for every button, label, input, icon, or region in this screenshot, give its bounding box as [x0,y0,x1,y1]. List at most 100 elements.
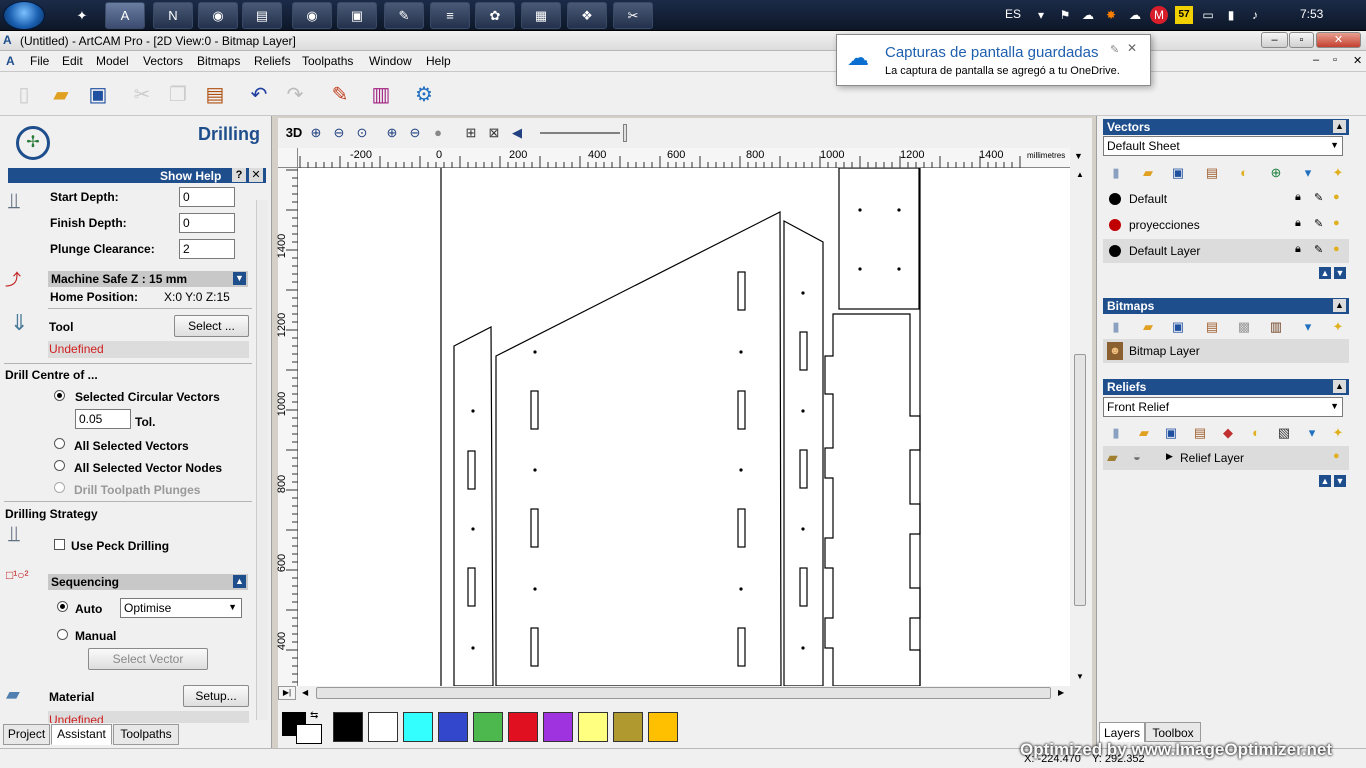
m-icon[interactable]: M [1150,6,1168,24]
sequencing-select[interactable]: Optimise ▼ [120,598,242,618]
radio-all-nodes[interactable] [54,460,65,471]
relief-layer-row[interactable]: ▰ ◒ ▶ Relief Layer ● [1103,446,1349,470]
vectors-collapse-icon[interactable]: ▲ [1333,120,1346,133]
swatch-purple[interactable] [543,712,573,742]
relief-up-icon[interactable]: ▲ [1319,475,1331,487]
menu-help[interactable]: Help [426,54,451,68]
minimize-button[interactable]: – [1261,32,1288,48]
photos-task-icon[interactable]: ❖ [567,2,607,29]
machine-icon[interactable]: ⚙ [410,80,438,108]
bitmap-image-icon[interactable]: ▥ [1267,318,1285,336]
zoom-fit-icon[interactable]: ⊙ [352,123,372,143]
new-bitmap-icon[interactable]: ▮ [1107,318,1125,336]
show-help-link[interactable]: Show Help [160,169,221,183]
tab-toolpaths[interactable]: Toolpaths [113,724,179,745]
new-layer-icon[interactable]: ▮ [1107,164,1125,182]
toast-close-icon[interactable]: ✕ [1127,41,1137,55]
paste-icon[interactable]: ▤ [201,80,229,108]
layer-color-dot[interactable] [1109,219,1121,231]
chrome2-task-icon[interactable]: ◉ [292,2,332,29]
volume-icon[interactable]: ♪ [1246,6,1264,24]
toast-settings-icon[interactable]: ✎ [1110,43,1119,56]
cloud-icon[interactable]: ☁ [1079,6,1097,24]
left-panel-scrollbar[interactable] [256,200,268,720]
relief-lights-icon[interactable]: ✦ [1329,424,1347,442]
swatch-black[interactable] [333,712,363,742]
signal-icon[interactable]: ▮ [1222,6,1240,24]
expand-arrow-icon[interactable]: ▶ [1166,451,1173,462]
scroll-up-icon[interactable]: ▲ [1076,170,1084,179]
start-depth-input[interactable]: 0 [179,187,235,207]
relief-visibility-icon[interactable]: ◒ [1133,449,1141,464]
radio-manual[interactable] [57,629,68,640]
reliefs-collapse-icon[interactable]: ▲ [1333,380,1346,393]
artcam-task-icon[interactable]: A [105,2,145,29]
secondary-color-swatch[interactable] [296,724,322,744]
menu-file[interactable]: File [30,54,49,68]
radio-toolpath-plunges[interactable] [54,482,65,493]
swatch-cyan[interactable] [403,712,433,742]
canvas-play-icon[interactable]: ▶| [278,686,296,700]
add-sheet-icon[interactable]: ⊕ [1267,164,1285,182]
vector-sheet-select[interactable]: Default Sheet ▼ [1103,136,1343,156]
swatch-yellow[interactable] [578,712,608,742]
device-icon[interactable]: ▭ [1199,6,1217,24]
save-relief-icon[interactable]: ▣ [1162,424,1180,442]
zoom-prev-icon[interactable]: ⊖ [405,123,425,143]
safe-z-expand-icon[interactable]: ▼ [233,272,246,285]
snip-task-icon[interactable]: ✂ [613,2,653,29]
delete-layer-icon[interactable]: ▾ [1299,164,1317,182]
bitmap-layer-row[interactable]: ☻ Bitmap Layer [1103,339,1349,363]
flag-icon[interactable]: ⚑ [1056,6,1074,24]
radio-all-vectors[interactable] [54,438,65,449]
slider-handle[interactable] [623,124,627,142]
mdi-close-button[interactable]: ✕ [1353,54,1362,67]
canvas-vertical-scrollbar[interactable]: ▲ ▼ [1072,168,1088,686]
vector-drawing[interactable] [298,168,1070,686]
menu-vectors[interactable]: Vectors [143,54,183,68]
vector-layer-row[interactable]: proyecciones 🔒︎ ✎ ● [1103,213,1349,237]
tolerance-input[interactable]: 0.05 [75,409,131,429]
relief-down-icon[interactable]: ▼ [1334,475,1346,487]
swatch-blue[interactable] [438,712,468,742]
drawing-canvas[interactable] [298,168,1070,686]
sequencing-collapse-icon[interactable]: ▲ [233,575,246,588]
cut-icon[interactable]: ✂ [128,80,156,108]
bulb-icon[interactable]: ● [1333,450,1340,462]
shade-icon[interactable]: ◀ [507,123,527,143]
open-bitmap-icon[interactable]: ▰ [1139,318,1157,336]
pen-icon[interactable]: ✎ [1314,191,1323,204]
zoom-grey-icon[interactable]: ● [428,123,448,143]
relief-image-icon[interactable]: ▧ [1275,424,1293,442]
vectors-header[interactable]: Vectors [1103,119,1349,135]
save-layer-icon[interactable]: ▣ [1169,164,1187,182]
plunge-clearance-input[interactable]: 2 [179,239,235,259]
layer-up-icon[interactable]: ▲ [1319,267,1331,279]
light-layer-icon[interactable]: ◐ [1235,164,1253,182]
tab-assistant[interactable]: Assistant [51,724,112,745]
explorer-task-icon[interactable]: ▤ [242,2,282,29]
relief-mode-icon[interactable]: ▰ [1107,449,1118,466]
merge-relief-icon[interactable]: ▤ [1191,424,1209,442]
menu-edit[interactable]: Edit [62,54,83,68]
undo-icon[interactable]: ↶ [245,80,273,108]
scroll-thumb[interactable] [316,687,1051,699]
relief-light-icon[interactable]: ◐ [1247,424,1265,442]
slider-track[interactable] [540,132,620,134]
book-icon[interactable]: ▥ [367,80,395,108]
maximize-button[interactable]: ▫ [1289,32,1314,48]
start-button[interactable] [3,1,45,30]
pen-icon[interactable]: ✎ [1314,217,1323,230]
fox-icon[interactable]: ✸ [1102,6,1120,24]
help-close-icon[interactable]: ✕ [249,168,263,182]
bitmap-lights-icon[interactable]: ✦ [1329,318,1347,336]
help-question-icon[interactable]: ? [232,168,246,182]
merge-layer-icon[interactable]: ▤ [1203,164,1221,182]
scroll-right-icon[interactable]: ▶ [1058,688,1064,697]
copy-icon[interactable]: ❐ [164,80,192,108]
books-task-icon[interactable]: ≡ [430,2,470,29]
layer-down-icon[interactable]: ▼ [1334,267,1346,279]
radio-circular-vectors[interactable] [54,390,65,401]
tray-expand-icon[interactable]: ▾ [1032,6,1050,24]
swatch-orange[interactable] [648,712,678,742]
